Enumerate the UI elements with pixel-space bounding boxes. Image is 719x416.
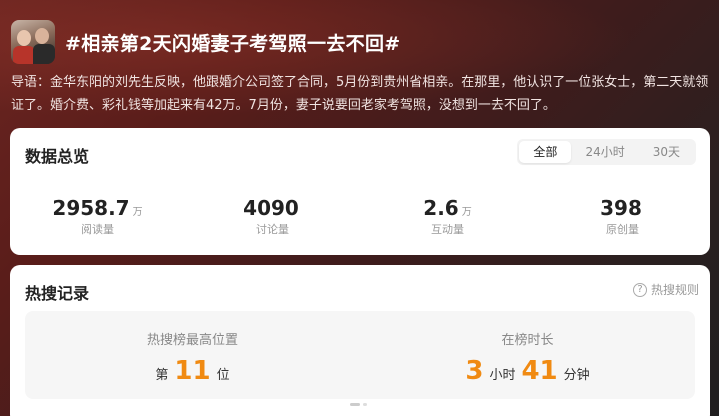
duration-label: 在榜时长 xyxy=(501,333,554,348)
stat-label: 阅读量 xyxy=(81,223,114,236)
tab-24h[interactable]: 24小时 xyxy=(571,141,638,163)
hot-search-title: 热搜记录 xyxy=(25,284,90,303)
stats-row: 2958.7 万 阅读量 4090 讨论量 2.6 万 互动量 398 原创量 xyxy=(10,196,710,237)
stat-value: 2.6 xyxy=(423,196,459,220)
hot-search-panel: 热搜榜最高位置 第 11 位 在榜时长 3 小时 41 分钟 xyxy=(25,311,695,399)
stat-originals: 398 原创量 xyxy=(535,196,710,237)
peak-rank-label: 热搜榜最高位置 xyxy=(146,333,238,348)
peak-rank-value: 11 xyxy=(174,356,211,386)
duration-minutes-unit: 分钟 xyxy=(563,368,590,383)
tab-all[interactable]: 全部 xyxy=(519,141,572,163)
hot-search-rules-link[interactable]: ? 热搜规则 xyxy=(632,281,699,298)
stat-value: 2958.7 xyxy=(52,196,130,220)
stat-unit: 万 xyxy=(461,207,472,218)
stat-value: 398 xyxy=(600,196,642,220)
topic-intro: 导语：金华东阳的刘先生反映，他跟婚介公司签了合同，5月份到贵州省相亲。在那里，他… xyxy=(11,75,709,113)
stat-reads: 2958.7 万 阅读量 xyxy=(10,196,185,237)
stat-interactions: 2.6 万 互动量 xyxy=(360,196,535,237)
peak-rank-suffix: 位 xyxy=(216,368,230,383)
on-list-duration: 在榜时长 3 小时 41 分钟 xyxy=(360,311,695,399)
peak-rank: 热搜榜最高位置 第 11 位 xyxy=(25,311,360,399)
duration-hours-unit: 小时 xyxy=(489,368,516,383)
stat-unit: 万 xyxy=(132,207,143,218)
hot-search-card: 热搜记录 ? 热搜规则 热搜榜最高位置 第 11 位 在榜时长 3 小时 41 … xyxy=(10,265,710,416)
stat-value: 4090 xyxy=(243,196,299,220)
data-overview-card: 数据总览 全部 24小时 30天 2958.7 万 阅读量 4090 讨论量 2… xyxy=(10,128,710,255)
overview-title: 数据总览 xyxy=(25,147,90,166)
duration-minutes: 41 xyxy=(521,356,558,386)
topic-thumbnail xyxy=(11,20,55,64)
question-circle-icon: ? xyxy=(632,282,647,297)
indicator-dot-active xyxy=(350,403,360,406)
stat-label: 互动量 xyxy=(431,223,464,236)
tab-30d[interactable]: 30天 xyxy=(639,141,694,163)
duration-hours: 3 xyxy=(465,356,484,386)
rules-label: 热搜规则 xyxy=(650,283,699,297)
stat-label: 讨论量 xyxy=(256,223,289,236)
topic-header: #相亲第2天闪婚妻子考驾照一去不回# xyxy=(11,20,711,64)
stat-discussions: 4090 讨论量 xyxy=(185,196,360,237)
peak-rank-prefix: 第 xyxy=(155,368,169,383)
stat-label: 原创量 xyxy=(606,223,639,236)
topic-title: #相亲第2天闪婚妻子考驾照一去不回# xyxy=(65,32,401,55)
indicator-dot xyxy=(363,403,367,406)
carousel-indicator xyxy=(350,403,370,406)
time-range-tabs: 全部 24小时 30天 xyxy=(517,139,696,165)
